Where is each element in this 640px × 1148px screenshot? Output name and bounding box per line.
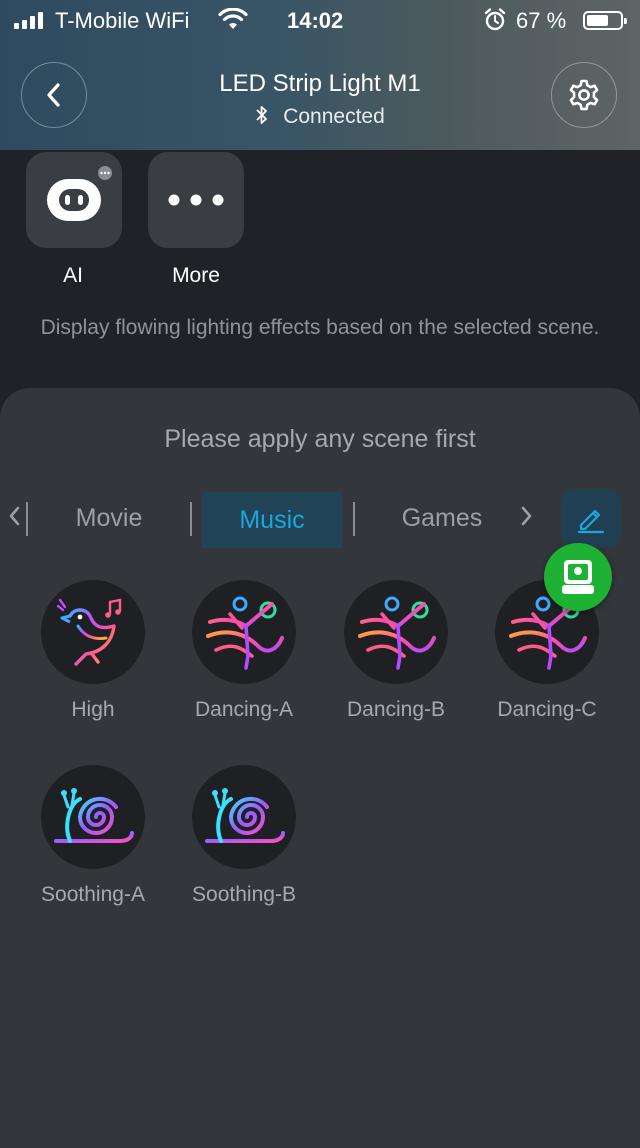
scene-label: Soothing-A [41, 883, 145, 906]
scene-dancing-b[interactable]: Dancing-B [326, 580, 466, 722]
tab-divider [190, 502, 192, 536]
tab-divider [26, 502, 28, 536]
scene-label: Soothing-B [192, 883, 296, 906]
tab-movie[interactable]: Movie [30, 490, 188, 546]
camera-widget-icon [562, 560, 594, 594]
robot-face-icon [47, 179, 101, 221]
connection-status: Connected [0, 105, 640, 129]
dancer-icon [358, 596, 436, 670]
scene-high[interactable]: High [23, 580, 163, 722]
edit-scenes-button[interactable] [561, 489, 621, 547]
scene-label: Dancing-A [194, 698, 294, 721]
more-button[interactable] [148, 152, 244, 248]
scene-dancing-a[interactable]: Dancing-A [174, 580, 314, 722]
alarm-icon [484, 8, 506, 37]
battery-fill [587, 15, 608, 26]
wifi-icon [218, 7, 248, 37]
bluetooth-icon [256, 106, 268, 124]
apply-scene-hint: Please apply any scene first [164, 425, 476, 453]
floating-widget-button[interactable] [544, 543, 612, 611]
scene-label: Dancing-C [497, 698, 597, 721]
dancer-icon [206, 596, 284, 670]
signal-icon [14, 12, 43, 29]
snail-icon [54, 788, 134, 843]
ai-badge-icon [98, 166, 112, 180]
ai-label: AI [63, 264, 83, 287]
settings-button[interactable] [551, 62, 617, 128]
battery-icon [583, 11, 627, 30]
status-bar: T-Mobile WiFi 14:02 67 % [0, 0, 640, 42]
pencil-icon [577, 509, 605, 534]
settings-icon [569, 79, 599, 111]
tabs-scroll-right-icon[interactable] [520, 504, 534, 533]
scene-label: Dancing-B [346, 698, 446, 721]
scene-tabs: Movie Music Games [0, 490, 640, 548]
scene-soothing-a[interactable]: Soothing-A [23, 765, 163, 907]
feature-description: Display flowing lighting effects based o… [40, 316, 600, 339]
more-dots-icon [168, 194, 224, 206]
ai-button[interactable] [26, 152, 122, 248]
carrier-name: T-Mobile WiFi [55, 8, 190, 33]
more-label: More [172, 264, 220, 287]
tabs-scroll-left-icon[interactable] [7, 504, 21, 533]
tab-music[interactable]: Music [202, 492, 342, 548]
tab-divider [353, 502, 355, 536]
clock: 14:02 [287, 8, 344, 33]
snail-icon [205, 788, 285, 843]
scene-soothing-b[interactable]: Soothing-B [174, 765, 314, 907]
battery-percent: 67 % [516, 8, 567, 33]
device-title: LED Strip Light M1 [219, 70, 421, 97]
singing-bird-icon [56, 598, 122, 666]
connection-status-label: Connected [283, 105, 385, 128]
tab-games[interactable]: Games [360, 490, 524, 546]
scene-label: High [71, 698, 115, 721]
